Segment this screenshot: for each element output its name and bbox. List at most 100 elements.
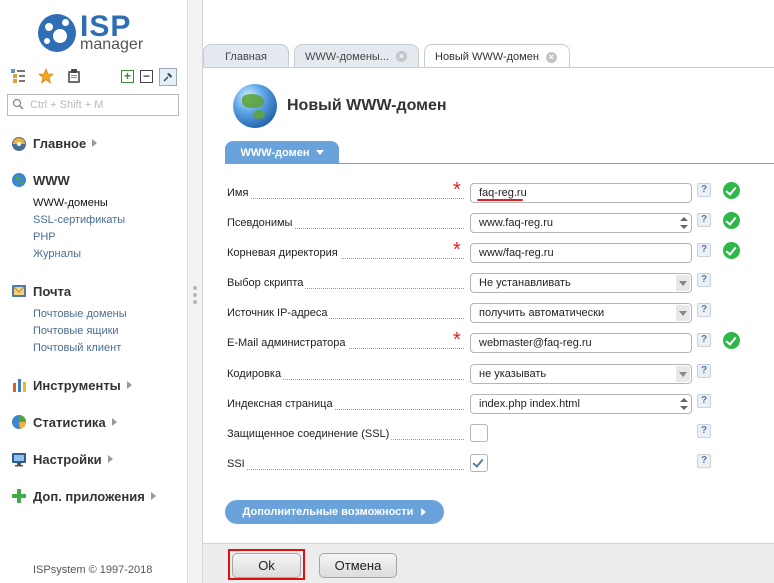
tab-label: Главная xyxy=(225,50,267,63)
help-icon[interactable]: ? xyxy=(697,243,711,257)
menu-label-settings[interactable]: Настройки xyxy=(33,452,102,467)
field-value: webmaster@faq-reg.ru xyxy=(479,337,592,349)
sidebar: ISP manager + − Главное xyxy=(0,0,187,583)
close-icon[interactable]: × xyxy=(545,51,557,63)
addons-plus-icon xyxy=(11,488,27,504)
aliases-input[interactable]: www.faq-reg.ru xyxy=(470,213,692,233)
globe-icon xyxy=(233,84,277,128)
main-dashboard-icon xyxy=(11,135,27,151)
ssl-checkbox[interactable] xyxy=(470,424,488,442)
field-value: faq-reg.ru xyxy=(479,187,527,199)
menu-item-www-domains[interactable]: WWW-домены xyxy=(33,195,125,212)
form-row-ssl: Защищенное соединение (SSL) ? xyxy=(225,420,774,450)
menu-item-mail-client[interactable]: Почтовый клиент xyxy=(33,340,127,357)
sidebar-splitter[interactable] xyxy=(187,0,203,583)
logo-subtitle: manager xyxy=(80,36,144,53)
search-input[interactable] xyxy=(30,97,175,113)
ssi-checkbox[interactable] xyxy=(470,454,488,472)
field-label: SSI xyxy=(227,458,247,470)
valid-check-icon xyxy=(723,212,740,229)
required-asterisk-icon: * xyxy=(453,179,461,201)
script-select[interactable]: Не устанавливать xyxy=(470,273,692,293)
form-row-aliases: Псевдонимы www.faq-reg.ru ? xyxy=(225,209,774,239)
help-icon[interactable]: ? xyxy=(697,273,711,287)
red-underline-highlight xyxy=(477,199,523,201)
field-value: получить автоматически xyxy=(479,307,605,319)
help-icon[interactable]: ? xyxy=(697,333,711,347)
menu-item-mailboxes[interactable]: Почтовые ящики xyxy=(33,323,127,340)
tab-new-www-domain[interactable]: Новый WWW-домен × xyxy=(424,44,570,69)
menu-group-addons[interactable]: Доп. приложения xyxy=(11,487,156,505)
chevron-right-icon xyxy=(421,508,427,516)
form-row-name: Имя * faq-reg.ru ? xyxy=(225,179,774,209)
chevron-down-icon xyxy=(676,366,690,382)
index-page-input[interactable]: index.php index.html xyxy=(470,394,692,414)
menu-group-tools[interactable]: Инструменты xyxy=(11,376,132,394)
form-panel: Новый WWW-домен WWW-домен Имя * faq-reg.… xyxy=(203,68,774,583)
menu-label-addons[interactable]: Доп. приложения xyxy=(33,489,145,504)
sidebar-toolbar: + − xyxy=(9,67,179,87)
field-value: index.php index.html xyxy=(479,398,580,410)
clipboard-icon[interactable] xyxy=(65,67,83,85)
menu-label-tools[interactable]: Инструменты xyxy=(33,378,121,393)
charset-select[interactable]: не указывать xyxy=(470,364,692,384)
required-asterisk-icon: * xyxy=(453,329,461,351)
help-icon[interactable]: ? xyxy=(697,213,711,227)
close-icon[interactable]: × xyxy=(395,51,407,62)
expand-arrow-icon xyxy=(126,381,132,389)
help-icon[interactable]: ? xyxy=(697,183,711,197)
help-icon[interactable]: ? xyxy=(697,364,711,378)
help-icon[interactable]: ? xyxy=(697,303,711,317)
menu-item-logs[interactable]: Журналы xyxy=(33,246,125,263)
menu-group-www[interactable]: WWW WWW-домены SSL-сертификаты PHP Журна… xyxy=(11,171,125,263)
help-icon[interactable]: ? xyxy=(697,394,711,408)
expand-updown-icon[interactable] xyxy=(680,216,688,230)
pin-icon[interactable] xyxy=(159,68,177,86)
menu-group-main[interactable]: Главное xyxy=(11,134,98,152)
menu-label-www[interactable]: WWW xyxy=(33,173,70,188)
menu-search-box[interactable] xyxy=(7,94,179,116)
ip-source-select[interactable]: получить автоматически xyxy=(470,303,692,323)
form-section-tab[interactable]: WWW-домен xyxy=(225,141,339,164)
tab-home[interactable]: Главная xyxy=(203,44,289,68)
menu-item-mail-domains[interactable]: Почтовые домены xyxy=(33,306,127,323)
form-section-divider xyxy=(225,163,774,164)
tree-view-icon[interactable] xyxy=(9,67,27,85)
menu-label-statistics[interactable]: Статистика xyxy=(33,415,106,430)
field-value: не указывать xyxy=(479,368,547,380)
tab-www-domains[interactable]: WWW-домены... × xyxy=(294,44,419,68)
menu-item-ssl-certificates[interactable]: SSL-сертификаты xyxy=(33,212,125,229)
help-icon[interactable]: ? xyxy=(697,424,711,438)
chevron-down-icon xyxy=(676,305,690,321)
field-label: Защищенное соединение (SSL) xyxy=(227,428,392,440)
admin-email-input[interactable]: webmaster@faq-reg.ru xyxy=(470,333,692,353)
ispmanager-logo[interactable]: ISP manager xyxy=(38,10,178,56)
valid-check-icon xyxy=(723,332,740,349)
ok-button[interactable]: Ok xyxy=(232,553,301,578)
form-row-script: Выбор скрипта Не устанавливать ? xyxy=(225,269,774,299)
form-row-charset: Кодировка не указывать ? xyxy=(225,360,774,390)
menu-group-settings[interactable]: Настройки xyxy=(11,450,113,468)
help-icon[interactable]: ? xyxy=(697,454,711,468)
menu-group-mail[interactable]: Почта Почтовые домены Почтовые ящики Поч… xyxy=(11,282,127,357)
field-value: www.faq-reg.ru xyxy=(479,217,553,229)
collapse-all-icon[interactable]: − xyxy=(140,70,153,83)
cancel-button-label: Отмена xyxy=(334,558,382,573)
advanced-options-button[interactable]: Дополнительные возможности xyxy=(225,500,444,524)
expand-all-icon[interactable]: + xyxy=(121,70,134,83)
advanced-options-label: Дополнительные возможности xyxy=(242,506,414,518)
settings-monitor-icon xyxy=(11,451,27,467)
expand-arrow-icon xyxy=(92,139,98,147)
root-directory-input[interactable]: www/faq-reg.ru xyxy=(470,243,692,263)
expand-updown-icon[interactable] xyxy=(680,397,688,411)
menu-group-statistics[interactable]: Статистика xyxy=(11,413,117,431)
cancel-button[interactable]: Отмена xyxy=(319,553,397,578)
tab-bar: Главная WWW-домены... × Новый WWW-домен … xyxy=(203,44,774,69)
favorites-star-icon[interactable] xyxy=(37,67,55,85)
menu-label-mail[interactable]: Почта xyxy=(33,284,71,299)
form-footer: Ok Отмена xyxy=(203,543,774,583)
menu-label-main[interactable]: Главное xyxy=(33,136,86,151)
name-input[interactable]: faq-reg.ru xyxy=(470,183,692,203)
menu-item-php[interactable]: PHP xyxy=(33,229,125,246)
expand-arrow-icon xyxy=(107,455,113,463)
